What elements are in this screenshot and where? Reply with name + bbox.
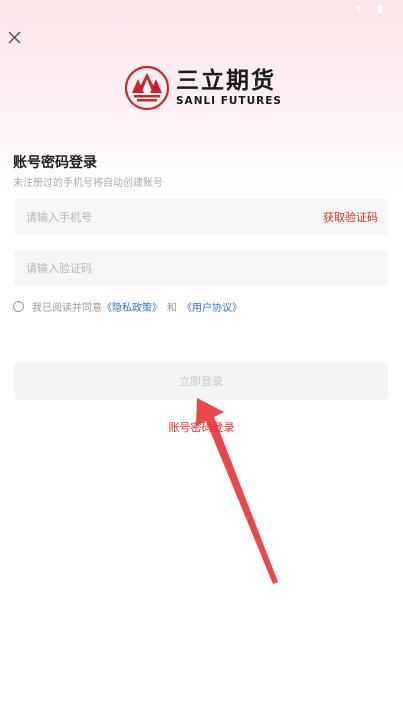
close-icon[interactable] [4, 27, 26, 49]
sanli-logo-icon [124, 65, 170, 111]
login-subtitle: 未注册过的手机号将自动创建账号 [13, 178, 163, 189]
agreement-prefix: 我已阅读并同意 [32, 303, 102, 314]
brand-logo: 三立期货 SANLI FUTURES [124, 62, 282, 114]
status-bar-icons: ▾ ▮ [355, 2, 389, 15]
privacy-policy-link[interactable]: 《隐私政策》 [102, 299, 162, 314]
login-button[interactable]: 立即登录 [14, 362, 388, 400]
brand-name-en: SANLI FUTURES [176, 95, 282, 107]
verification-code-input[interactable] [24, 260, 378, 276]
user-agreement-link[interactable]: 《用户协议》 [182, 299, 242, 314]
phone-input[interactable] [24, 209, 323, 225]
switch-login-mode-link[interactable]: 账号密码登录 [0, 419, 403, 435]
agreement-conjunction: 和 [167, 303, 177, 314]
phone-field-container: 获取验证码 [14, 199, 388, 235]
agreement-row: 我已阅读并同意 《隐私政策》 和 《用户协议》 [13, 299, 242, 314]
code-field-container [14, 250, 388, 286]
brand-name-cn: 三立期货 [176, 68, 276, 94]
agreement-radio[interactable] [13, 301, 24, 312]
get-code-button[interactable]: 获取验证码 [323, 209, 378, 225]
login-title: 账号密码登录 [13, 155, 97, 171]
